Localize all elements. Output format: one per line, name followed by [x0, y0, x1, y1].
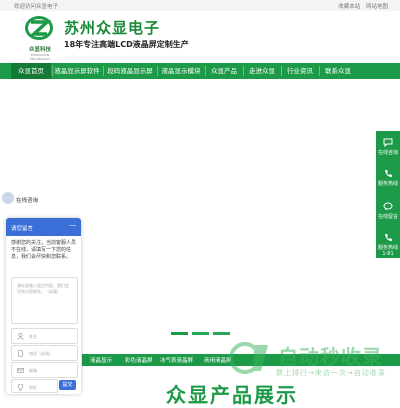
- location-icon: [17, 384, 24, 391]
- name-field[interactable]: 姓名: [11, 328, 78, 344]
- service-hotline-item[interactable]: 服务热线: [376, 169, 400, 187]
- logo-text: 众显科技: [28, 47, 51, 53]
- submit-button[interactable]: 提交: [59, 380, 76, 390]
- nav-item-news[interactable]: 行业资讯: [282, 63, 318, 79]
- top-links: 收藏本站 网站地图: [334, 2, 388, 10]
- leave-message-label: 在线留言: [377, 214, 398, 220]
- nav-item-products[interactable]: 众显产品: [206, 63, 242, 79]
- welcome-text: 欢迎访问众显电子: [14, 4, 59, 10]
- nav-item-contact[interactable]: 联系众显: [320, 63, 356, 79]
- online-consult-label: 在线咨询: [377, 150, 398, 156]
- phone-placeholder: 电话（必填）: [29, 351, 53, 356]
- category-link[interactable]: 液晶显示: [90, 356, 112, 364]
- favorite-link[interactable]: 收藏本站: [338, 4, 360, 10]
- online-consult-item[interactable]: 在线咨询: [376, 138, 400, 156]
- banner-dot[interactable]: [171, 332, 188, 335]
- email-icon: [17, 368, 24, 373]
- brand-slogan: 18年专注高端LCD液晶屏定制生产: [64, 40, 189, 49]
- chat-launcher-label: 在线咨询: [16, 198, 39, 204]
- hotline-number-label: 服务热线1-81: [377, 245, 398, 257]
- message-textarea[interactable]: 请在此输入留言内容，我们会尽快与您联系。（必填）: [11, 277, 78, 324]
- leave-message-item[interactable]: 在线留言: [376, 202, 400, 220]
- site-header: 众显科技 ZHONGXIAN TECHNOLOGY 苏州众显电子 18年专注高端…: [0, 11, 400, 63]
- phone-icon: [18, 350, 23, 357]
- section-title: 众显产品展示: [166, 383, 298, 407]
- name-placeholder: 姓名: [29, 334, 37, 339]
- logo[interactable]: 众显科技 ZHONGXIAN TECHNOLOGY: [24, 14, 56, 61]
- watermark-logo-icon: [229, 342, 268, 374]
- main-nav: 众显首页 液晶显示屏软件 段码液晶显示屏 液晶显示模块 众显产品 走进众显 行业…: [0, 63, 400, 79]
- popup-header: 请您留言 —: [6, 218, 81, 236]
- popup-title: 请您留言: [11, 226, 34, 232]
- minimize-icon[interactable]: —: [69, 221, 76, 229]
- address-placeholder: 地址: [29, 385, 37, 390]
- phone-icon: [385, 234, 392, 241]
- sitemap-link[interactable]: 网站地图: [366, 4, 388, 10]
- address-field[interactable]: 地址: [11, 379, 58, 393]
- category-link[interactable]: 冰气表液晶屏: [160, 356, 193, 364]
- category-link[interactable]: 彩色液晶屏: [125, 356, 153, 364]
- logo-subtext: ZHONGXIAN TECHNOLOGY: [29, 53, 51, 61]
- right-float-bar: 在线咨询 服务热线 在线留言 服务热线1-81: [376, 131, 400, 258]
- watermark-title: 自动秒收录: [278, 345, 383, 369]
- comment-icon: [383, 202, 393, 210]
- chat-bubble-icon: [383, 138, 393, 147]
- nav-item-lcd-software[interactable]: 液晶显示屏软件: [53, 63, 101, 79]
- phone-icon: [385, 170, 392, 177]
- service-hotline-label: 服务热线: [377, 181, 398, 187]
- nav-item-home[interactable]: 众显首页: [11, 63, 51, 79]
- hotline-number-item[interactable]: 服务热线1-81: [376, 233, 400, 257]
- nav-item-segment-lcd[interactable]: 段码液晶显示屏: [104, 63, 156, 79]
- brand-title: 苏州众显电子: [64, 19, 161, 37]
- watermark: 自动秒收录 数上排行→来访一次→自动收录: [226, 339, 386, 381]
- user-icon: [17, 333, 24, 340]
- email-field[interactable]: 邮箱: [11, 362, 78, 378]
- message-popup: 请您留言 — 感谢您的关注，当前客服人员不在线，请填写一下您的信息，我们会尽快和…: [6, 218, 81, 394]
- logo-mark-icon: [25, 16, 53, 40]
- email-placeholder: 邮箱: [29, 368, 37, 373]
- chat-launcher[interactable]: 在线咨询: [0, 192, 60, 206]
- phone-field[interactable]: 电话（必填）: [11, 345, 78, 361]
- nav-item-about[interactable]: 走进众显: [244, 63, 280, 79]
- agent-avatar: [2, 192, 14, 204]
- banner-dot[interactable]: [192, 332, 209, 335]
- banner-dot[interactable]: [213, 332, 230, 335]
- popup-message: 感谢您的关注，当前客服人员不在线，请填写一下您的信息，我们会尽快和您联系。: [11, 240, 77, 260]
- watermark-tagline: 数上排行→来访一次→自动收录: [276, 369, 386, 377]
- message-placeholder: 请在此输入留言内容，我们会尽快与您联系。（必填）: [17, 283, 69, 294]
- nav-item-lcd-module[interactable]: 液晶显示模块: [158, 63, 204, 79]
